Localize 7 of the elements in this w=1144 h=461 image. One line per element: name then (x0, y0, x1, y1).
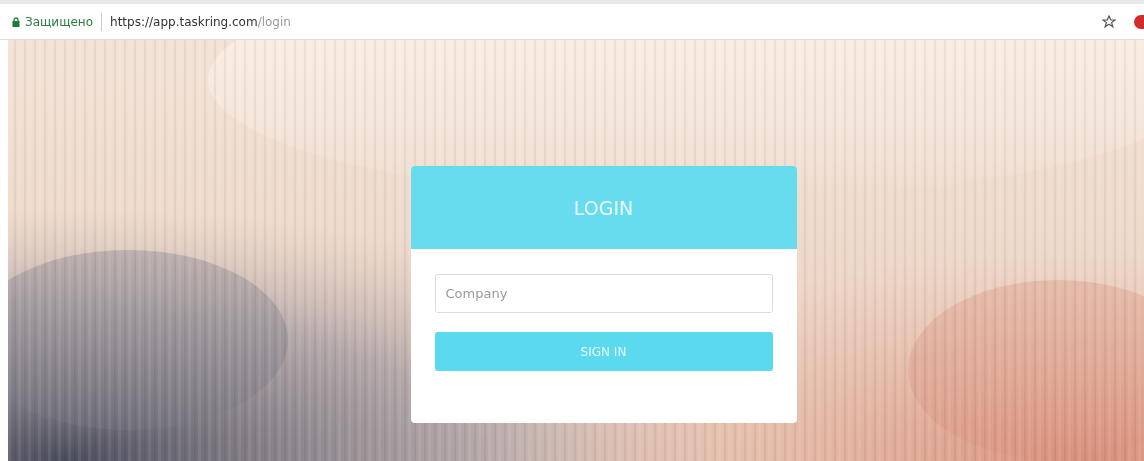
extension-icon[interactable] (1134, 14, 1144, 29)
login-title: LOGIN (573, 196, 634, 219)
lock-icon (12, 16, 20, 27)
security-label: Защищено (25, 14, 94, 29)
company-field[interactable]: Company (434, 274, 773, 313)
bookmark-star-icon[interactable] (1102, 14, 1116, 29)
url-text[interactable]: https://app.taskring.com/login (110, 14, 291, 29)
